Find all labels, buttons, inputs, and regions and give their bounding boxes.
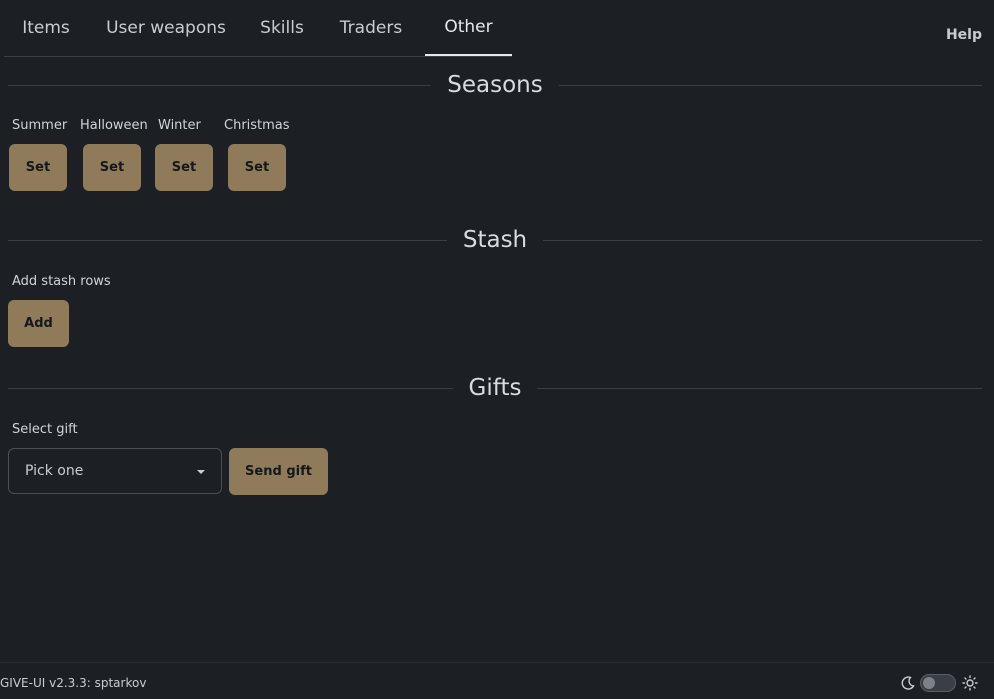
divider-line [8, 387, 453, 389]
toggle-knob [923, 677, 935, 689]
tab-bar: Items User weapons Skills Traders Other [4, 0, 512, 57]
add-stash-rows-button[interactable]: Add [8, 300, 69, 347]
gifts-section-header: Gifts [8, 373, 983, 403]
footer: GIVE-UI v2.3.3: sptarkov [0, 662, 994, 699]
season-label-winter: Winter [158, 118, 201, 133]
gift-select-value: Pick one [25, 463, 84, 479]
seasons-section-header: Seasons [8, 70, 982, 100]
select-gift-label: Select gift [12, 422, 78, 437]
tab-items[interactable]: Items [4, 0, 88, 56]
tab-user-weapons[interactable]: User weapons [96, 0, 236, 56]
gift-select[interactable]: Pick one [8, 448, 222, 494]
send-gift-button[interactable]: Send gift [229, 448, 328, 495]
tab-traders[interactable]: Traders [326, 0, 416, 56]
help-button[interactable]: Help [946, 27, 982, 43]
divider-line [543, 239, 982, 241]
theme-toggle[interactable] [920, 674, 956, 692]
season-label-halloween: Halloween [80, 118, 148, 133]
season-label-christmas: Christmas [224, 118, 290, 133]
stash-section-header: Stash [8, 225, 982, 255]
set-christmas-button[interactable]: Set [228, 144, 286, 191]
divider-line [558, 84, 982, 86]
gifts-title: Gifts [468, 375, 522, 401]
set-winter-button[interactable]: Set [155, 144, 213, 191]
version-text: GIVE-UI v2.3.3: sptarkov [0, 676, 147, 690]
divider-line [8, 84, 432, 86]
tab-other[interactable]: Other [425, 0, 512, 56]
set-halloween-button[interactable]: Set [83, 144, 141, 191]
set-summer-button[interactable]: Set [9, 144, 67, 191]
give-ui-app: Items User weapons Skills Traders Other … [0, 0, 994, 699]
seasons-title: Seasons [447, 72, 543, 98]
sun-icon [962, 675, 978, 691]
divider-line [537, 387, 983, 389]
chevron-down-icon [197, 470, 205, 474]
season-label-summer: Summer [12, 118, 68, 133]
stash-rows-label: Add stash rows [12, 274, 111, 289]
stash-title: Stash [462, 227, 528, 253]
divider-line [8, 239, 447, 241]
tab-skills[interactable]: Skills [248, 0, 316, 56]
moon-icon [901, 676, 915, 690]
